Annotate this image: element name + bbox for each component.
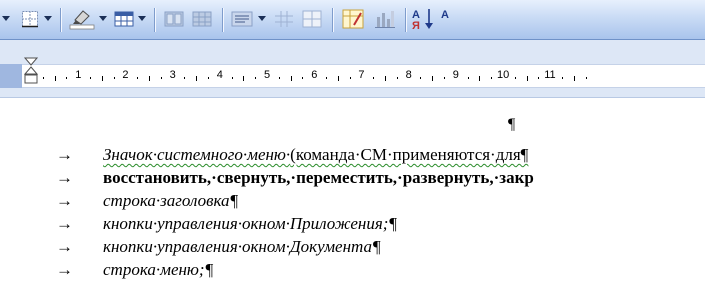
- ruler-tick: [337, 76, 339, 81]
- ruler-tick: [255, 77, 257, 79]
- ruler-tick: [420, 77, 422, 79]
- ruler-strip: [0, 64, 705, 88]
- list-item-text: восстановить,·свернуть,·переместить,·раз…: [103, 168, 534, 187]
- table-grid-icon[interactable]: [272, 7, 296, 31]
- document-page[interactable]: ¶ → Значок·системного·меню·(команда·СМ·п…: [0, 98, 705, 295]
- ruler-tick: [302, 77, 304, 79]
- text-run: (команда·СМ·применяются·для¶: [290, 145, 529, 164]
- horizontal-ruler[interactable]: 1 2 3 4 5 6 7 8 9 10 11: [0, 40, 705, 98]
- toolbar-separator: [332, 8, 333, 32]
- ruler-tick: [467, 77, 469, 79]
- tab-arrow: →: [56, 237, 73, 256]
- list-item-text: кнопки·управления·окном·Приложения;¶: [103, 214, 398, 233]
- text-run: Значок·системного·меню·: [103, 145, 291, 164]
- ruler-tick: [42, 77, 44, 79]
- sort-ascending-icon[interactable]: A Я: [411, 7, 437, 31]
- columns-icon[interactable]: [162, 7, 186, 31]
- ruler-tick: [54, 76, 56, 81]
- ruler-tick: [196, 76, 198, 81]
- ruler-number: 10: [497, 69, 510, 81]
- align-icon[interactable]: [229, 7, 255, 31]
- ruler-tick: [373, 77, 375, 79]
- tab-arrow: →: [56, 168, 73, 187]
- ruler-number: 1: [75, 69, 82, 81]
- highlight-dropdown-icon[interactable]: [99, 7, 108, 31]
- tab-arrow: →: [56, 145, 73, 164]
- ruler-tick: [113, 77, 115, 79]
- ruler-tick: [160, 77, 162, 79]
- list-item-text: Значок·системного·меню·(команда·СМ·приме…: [103, 145, 528, 165]
- highlight-color-icon[interactable]: [68, 7, 96, 31]
- ruler-number: 4: [216, 69, 223, 81]
- ruler-number: 5: [264, 69, 271, 81]
- ruler-tick: [66, 77, 68, 79]
- toolbar-separator: [60, 8, 61, 32]
- list-item-text: строка·меню;¶: [103, 260, 214, 279]
- toolbar-separator: [222, 8, 223, 32]
- ruler-tick: [101, 76, 103, 81]
- word-window: A Я A 1 2 3 4 5 6 7 8 9 10 11 ¶ → Значок…: [0, 0, 705, 295]
- merge-cells-icon[interactable]: [300, 7, 324, 31]
- ruler-tick: [396, 77, 398, 79]
- ruler-number: 7: [358, 69, 365, 81]
- ruler-tick: [326, 77, 327, 79]
- ruler-tick: [90, 77, 91, 79]
- ruler-tick: [432, 76, 434, 81]
- autoformat-icon[interactable]: [340, 7, 366, 31]
- ruler-tick: [290, 76, 292, 81]
- tab-arrow: →: [56, 260, 73, 279]
- list-item-text: строка·заголовка¶: [103, 191, 239, 210]
- ruler-number: 9: [452, 69, 459, 81]
- ruler-left-margin: [0, 64, 22, 88]
- ruler-tick: [278, 77, 280, 79]
- sort-desc-label: A: [441, 9, 449, 21]
- ruler-tick: [208, 77, 209, 79]
- ruler-tick: [479, 76, 481, 81]
- paragraph-mark: ¶: [508, 116, 516, 133]
- tab-arrow: →: [56, 191, 73, 210]
- ruler-number: 11: [544, 69, 556, 81]
- align-dropdown-icon[interactable]: [258, 7, 267, 31]
- formatting-toolbar: A Я A: [0, 0, 705, 40]
- tab-arrow: →: [56, 214, 73, 233]
- indent-marker-icon[interactable]: [23, 57, 39, 98]
- ruler-tick: [526, 76, 528, 81]
- ruler-tick: [184, 77, 186, 79]
- sort-descending-icon[interactable]: A: [440, 7, 454, 31]
- list-item-text: кнопки·управления·окном·Документа¶: [103, 237, 381, 256]
- chart-icon[interactable]: [372, 7, 398, 31]
- toolbar-separator: [405, 8, 406, 32]
- ruler-tick: [538, 77, 540, 79]
- dropdown-arrow-icon[interactable]: [2, 7, 11, 31]
- ruler-tick: [137, 77, 139, 79]
- ruler-tick: [573, 76, 575, 81]
- borders-dropdown-icon[interactable]: [44, 7, 53, 31]
- ruler-number: 6: [311, 69, 318, 81]
- ruler-tick: [562, 77, 563, 79]
- ruler-tick: [385, 76, 386, 81]
- ruler-number: 8: [405, 69, 412, 81]
- ruler-number: 3: [169, 69, 176, 81]
- table-dropdown-icon[interactable]: [138, 7, 147, 31]
- ruler-tick: [444, 77, 445, 79]
- ruler-tick: [491, 77, 493, 79]
- ruler-tick: [585, 77, 587, 79]
- sort-label-ya: Я: [412, 20, 420, 31]
- ruler-tick: [349, 77, 351, 79]
- insert-table-icon[interactable]: [112, 7, 136, 31]
- ruler-tick: [514, 77, 516, 79]
- ruler-number: 2: [122, 69, 129, 81]
- toolbar-separator: [154, 8, 155, 32]
- ruler-tick: [243, 76, 245, 81]
- borders-icon[interactable]: [18, 7, 42, 31]
- ruler-tick: [231, 77, 233, 79]
- excel-table-icon[interactable]: [190, 7, 214, 31]
- ruler-tick: [149, 76, 150, 81]
